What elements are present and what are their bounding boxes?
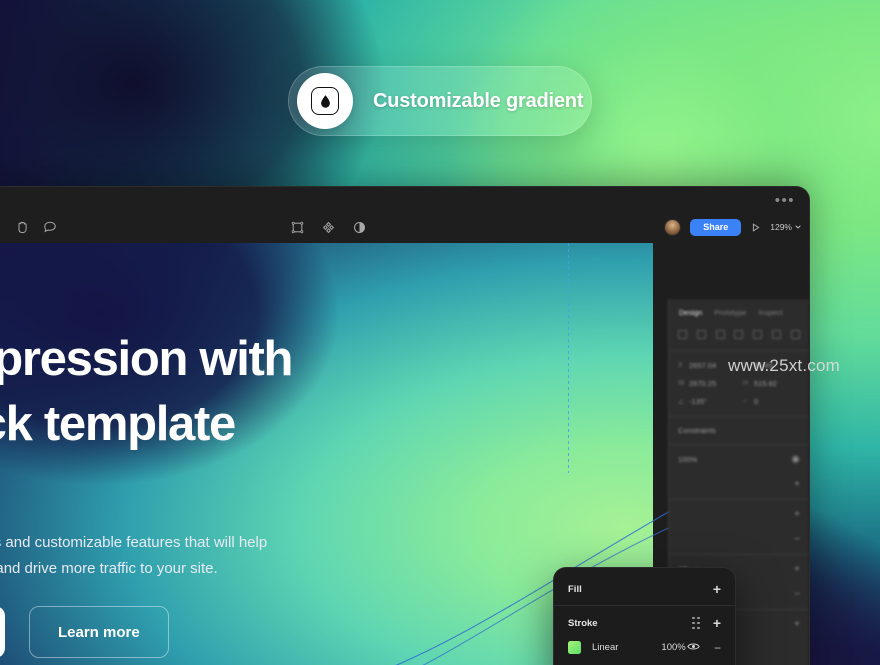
distribute-icon[interactable] bbox=[790, 330, 800, 339]
move-tool-icon[interactable] bbox=[0, 221, 1, 233]
fill-section: Fill + bbox=[554, 572, 735, 605]
align-v-center-icon[interactable] bbox=[753, 330, 763, 339]
customizable-gradient-badge[interactable]: Customizable gradient bbox=[288, 66, 592, 136]
width-label: W bbox=[678, 380, 685, 387]
constraints-row: Constraints bbox=[669, 419, 809, 442]
share-button[interactable]: Share bbox=[690, 218, 742, 236]
align-bottom-icon[interactable] bbox=[772, 330, 782, 339]
align-top-icon[interactable] bbox=[734, 330, 744, 339]
x-label: X bbox=[678, 362, 683, 369]
tab-design[interactable]: Design bbox=[679, 308, 702, 317]
hand-tool-icon[interactable] bbox=[15, 220, 29, 234]
avatar[interactable] bbox=[664, 218, 682, 236]
width-field[interactable]: W 2670.25 bbox=[678, 379, 735, 388]
height-field[interactable]: H 515.82 bbox=[743, 379, 800, 388]
width-value: 2670.25 bbox=[689, 379, 717, 388]
figma-window: ••• Share 129% ression with k template a… bbox=[0, 186, 810, 665]
rotation-value: -135° bbox=[689, 397, 708, 406]
divider bbox=[669, 416, 809, 417]
hero-title-line-2: ock template bbox=[0, 396, 236, 451]
stroke-visibility-row: − bbox=[669, 527, 809, 552]
zoom-level-control[interactable]: 129% bbox=[770, 222, 801, 232]
component-icon[interactable] bbox=[322, 221, 335, 234]
hero-title-line-1: mpression with bbox=[0, 332, 294, 386]
opacity-value: 100% bbox=[678, 455, 698, 464]
stroke-style-icon[interactable] bbox=[692, 616, 700, 630]
add-effect-button[interactable]: + bbox=[794, 564, 800, 575]
corner-radius-value: 0 bbox=[754, 397, 759, 406]
layer-blur-remove-button[interactable]: − bbox=[794, 589, 800, 600]
frame-icon[interactable] bbox=[291, 221, 304, 234]
stroke-section-row: + bbox=[669, 502, 809, 527]
eye-icon[interactable] bbox=[687, 642, 700, 654]
rotation-label: ∠ bbox=[678, 398, 685, 406]
visibility-icon[interactable]: ◉ bbox=[791, 454, 800, 465]
play-icon[interactable] bbox=[750, 222, 761, 233]
add-fill-button[interactable]: + bbox=[794, 479, 800, 490]
stroke-paint-type: Linear bbox=[592, 642, 619, 653]
droplet-icon bbox=[311, 87, 339, 115]
align-h-center-icon[interactable] bbox=[696, 330, 706, 339]
remove-stroke-button[interactable]: − bbox=[714, 642, 721, 654]
tab-prototype[interactable]: Prototype bbox=[714, 308, 746, 317]
learn-more-button[interactable]: Learn more bbox=[29, 606, 169, 658]
rotation-field[interactable]: ∠ -135° bbox=[678, 397, 735, 406]
zoom-level-value: 129% bbox=[770, 222, 792, 232]
fill-title: Fill bbox=[568, 583, 582, 595]
tab-inspect[interactable]: Inspect bbox=[758, 308, 782, 317]
hero-cta-row: Learn more bbox=[0, 606, 169, 658]
stroke-opacity-value[interactable]: 100% bbox=[661, 642, 685, 653]
figma-toolbar: Share 129% bbox=[0, 211, 809, 243]
x-value: 2657.04 bbox=[689, 361, 717, 370]
stroke-remove-button[interactable]: − bbox=[794, 534, 800, 545]
stroke-section: Stroke + bbox=[554, 606, 735, 639]
add-stroke-button[interactable]: + bbox=[713, 616, 721, 630]
add-fill-row: + bbox=[669, 472, 809, 497]
design-panel-tabs: Design Prototype Inspect bbox=[669, 299, 809, 323]
align-left-icon[interactable] bbox=[678, 330, 687, 339]
divider bbox=[669, 444, 809, 445]
alignment-toolbar bbox=[669, 323, 809, 348]
divider bbox=[669, 554, 809, 555]
opacity-row: 100% ◉ bbox=[669, 447, 809, 472]
arrow-right-button[interactable] bbox=[0, 606, 5, 658]
stroke-title: Stroke bbox=[568, 617, 598, 629]
corner-radius-label: ⌐ bbox=[743, 398, 748, 405]
align-right-icon[interactable] bbox=[715, 330, 725, 339]
corner-radius-field[interactable]: ⌐ 0 bbox=[743, 397, 800, 406]
divider bbox=[669, 499, 809, 500]
contrast-icon[interactable] bbox=[353, 221, 366, 234]
linear-gradient-swatch[interactable] bbox=[568, 641, 581, 654]
add-export-button[interactable]: + bbox=[794, 619, 800, 630]
chevron-down-icon bbox=[795, 225, 801, 229]
add-stroke-button[interactable]: + bbox=[794, 509, 800, 520]
height-label: H bbox=[743, 380, 749, 387]
stroke-paint-row: Linear 100% − bbox=[554, 641, 735, 654]
comment-icon[interactable] bbox=[43, 220, 57, 234]
window-menu-icon[interactable]: ••• bbox=[775, 193, 795, 208]
height-value: 515.82 bbox=[754, 379, 777, 388]
properties-popup: Fill + Stroke + Linear 100% − bbox=[553, 567, 736, 665]
badge-label: Customizable gradient bbox=[373, 89, 584, 112]
constraints-label: Constraints bbox=[678, 426, 716, 435]
divider bbox=[669, 350, 809, 351]
canvas-guide-line bbox=[568, 243, 569, 473]
add-fill-button[interactable]: + bbox=[713, 582, 721, 596]
x-field[interactable]: X 2657.04 bbox=[678, 361, 735, 370]
hero-title: mpression with ock template bbox=[0, 327, 471, 456]
watermark: www.25xt.com bbox=[728, 356, 840, 375]
badge-icon-circle bbox=[297, 73, 353, 129]
